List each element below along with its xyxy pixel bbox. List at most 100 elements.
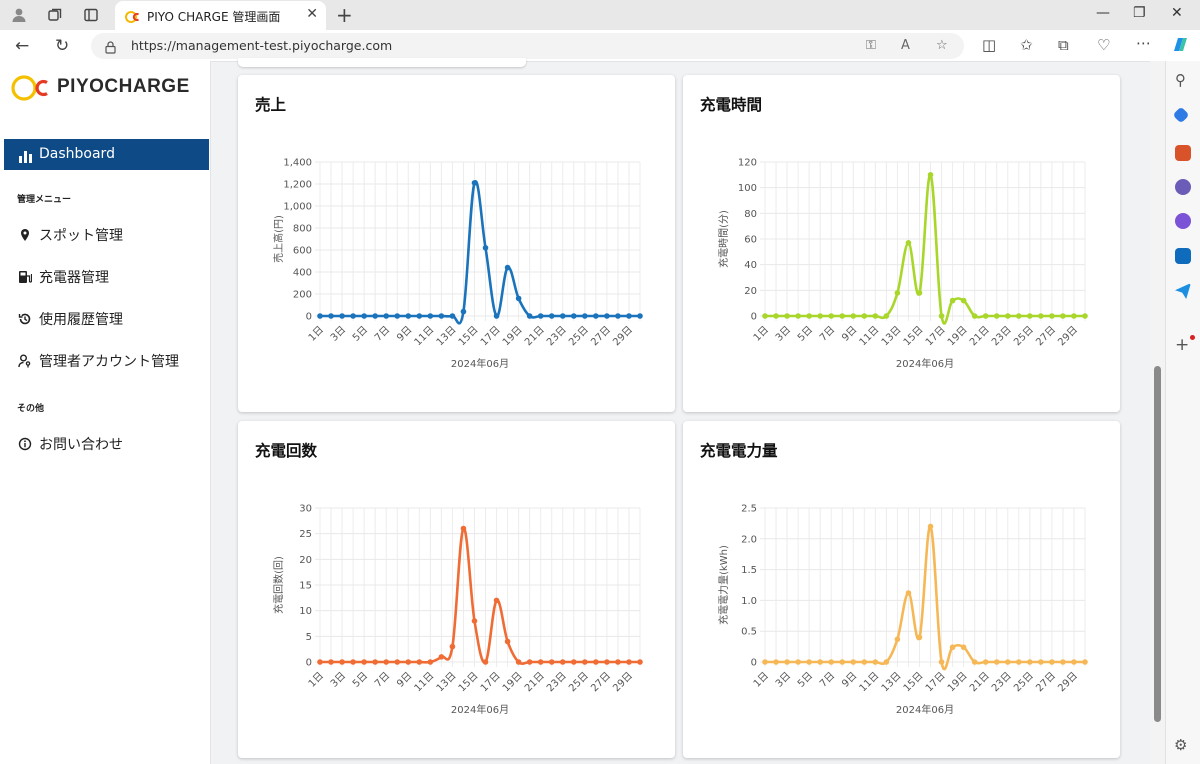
copilot-icon[interactable] (1170, 35, 1190, 59)
restore-icon[interactable]: ❐ (1133, 5, 1146, 21)
x-tick-label: 29日 (1056, 324, 1080, 348)
microsoft365-icon[interactable] (1175, 213, 1191, 229)
add-sidebar-app-icon[interactable]: + (1175, 335, 1189, 355)
sidebar-item-label: Dashboard (39, 146, 115, 162)
x-tick-label: 15日 (457, 670, 481, 694)
data-point (570, 313, 577, 319)
data-point (504, 264, 511, 271)
password-key-icon[interactable]: ⚿ (866, 38, 876, 53)
sidebar-item-label: スポット管理 (39, 228, 123, 244)
data-point (427, 659, 434, 665)
x-tick-label: 11日 (413, 324, 437, 348)
charger-icon (18, 270, 33, 284)
browser-tab-active[interactable]: PIYO CHARGE 管理画面 ✕ (115, 1, 326, 30)
games-icon[interactable] (1175, 179, 1191, 195)
minimize-icon[interactable]: — (1096, 5, 1110, 21)
favorite-star-icon[interactable]: ☆ (936, 38, 948, 53)
x-axis-label: 2024年06月 (896, 703, 954, 716)
sales-line-chart: 0 200 400 600 800 1,000 1,200 1,400 1日 3日 5日 7日 9日11… (272, 158, 643, 370)
data-point (1082, 313, 1088, 319)
data-point (615, 313, 621, 319)
y-tick-label: 1.0 (741, 596, 757, 607)
workspaces-icon[interactable] (46, 6, 64, 24)
x-tick-label: 29日 (611, 324, 635, 348)
y-tick-label: 1,000 (283, 202, 312, 213)
sidebar-item-label: お問い合わせ (39, 437, 123, 453)
y-axis-label: 売上高(円) (272, 215, 285, 263)
x-tick-label: 27日 (589, 324, 613, 348)
more-menu-icon[interactable]: ⋯ (1136, 34, 1151, 52)
tab-actions-icon[interactable] (82, 6, 100, 24)
data-point (504, 638, 511, 645)
x-tick-label: 7日 (818, 324, 837, 343)
data-point (339, 659, 345, 665)
scrollbar-thumb[interactable] (1154, 366, 1161, 722)
data-point (394, 313, 401, 319)
x-axis-label: 2024年06月 (451, 703, 509, 716)
read-aloud-icon[interactable]: A (901, 38, 910, 53)
x-tick-label: 13日 (435, 324, 459, 348)
address-bar-row: ← ↻ https://management-test.piyocharge.c… (0, 30, 1200, 62)
section-header-admin: 管理メニュー (17, 195, 72, 205)
new-tab-button[interactable]: + (336, 3, 353, 27)
refresh-icon[interactable]: ↻ (55, 36, 69, 56)
x-tick-label: 23日 (545, 324, 569, 348)
y-tick-label: 0 (751, 658, 757, 669)
x-tick-label: 13日 (435, 670, 459, 694)
energy-line-chart: 0 0.5 1.0 1.5 2.0 2.5 1日 3日 5日 7日 9日11日13日15日17日19… (717, 504, 1088, 716)
search-icon[interactable]: ⚲ (1175, 71, 1186, 89)
address-bar[interactable]: https://management-test.piyocharge.com ⚿… (91, 33, 964, 59)
data-point (416, 659, 423, 665)
data-point (493, 597, 500, 604)
settings-gear-icon[interactable]: ⚙ (1174, 736, 1187, 754)
data-point (773, 313, 779, 319)
tools-icon[interactable] (1175, 145, 1191, 161)
data-point (493, 313, 500, 319)
collections-icon[interactable]: ⧉ (1058, 36, 1069, 54)
y-tick-label: 0 (751, 312, 757, 323)
x-tick-label: 3日 (329, 670, 348, 689)
data-point (317, 313, 323, 319)
favorites-icon[interactable]: ✩ (1020, 36, 1033, 54)
data-point (949, 644, 956, 651)
data-point (637, 659, 643, 665)
x-tick-label: 25日 (1012, 670, 1036, 694)
data-point (548, 659, 555, 665)
browser-essentials-icon[interactable]: ♡ (1097, 36, 1110, 54)
logo-text[interactable]: PIYOCHARGE (57, 76, 190, 98)
data-point (593, 659, 599, 665)
window-close-icon[interactable]: ✕ (1171, 5, 1183, 21)
page-scrollbar[interactable] (1150, 61, 1165, 764)
data-point (828, 313, 835, 319)
data-point (482, 659, 489, 665)
x-axis-label: 2024年06月 (896, 357, 954, 370)
shopping-tag-icon[interactable] (1172, 106, 1190, 124)
data-point (350, 313, 356, 319)
x-tick-label: 5日 (351, 324, 370, 343)
back-icon[interactable]: ← (15, 36, 29, 56)
x-tick-label: 17日 (479, 670, 503, 694)
split-screen-icon[interactable]: ◫ (982, 36, 996, 54)
data-point (927, 523, 934, 530)
outlook-icon[interactable] (1175, 248, 1191, 264)
tab-close-icon[interactable]: ✕ (306, 6, 318, 22)
data-point (938, 313, 945, 319)
data-point (1060, 313, 1066, 319)
x-tick-label: 19日 (946, 324, 970, 348)
send-icon[interactable] (1175, 283, 1191, 299)
lock-icon[interactable] (105, 39, 116, 58)
data-point (1049, 659, 1055, 665)
y-axis-label: 充電時間(分) (717, 210, 730, 268)
data-point (427, 313, 434, 319)
data-point (762, 313, 768, 319)
data-point (850, 313, 857, 319)
profile-icon[interactable] (10, 6, 28, 24)
data-point (604, 313, 610, 319)
y-tick-label: 20 (744, 286, 757, 297)
piyocharge-logo-icon[interactable] (11, 73, 51, 107)
x-tick-label: 9日 (840, 670, 859, 689)
y-tick-label: 100 (738, 183, 757, 194)
y-tick-label: 200 (293, 290, 312, 301)
sidebar-item-dashboard[interactable]: Dashboard (4, 139, 209, 170)
data-point (626, 313, 632, 319)
